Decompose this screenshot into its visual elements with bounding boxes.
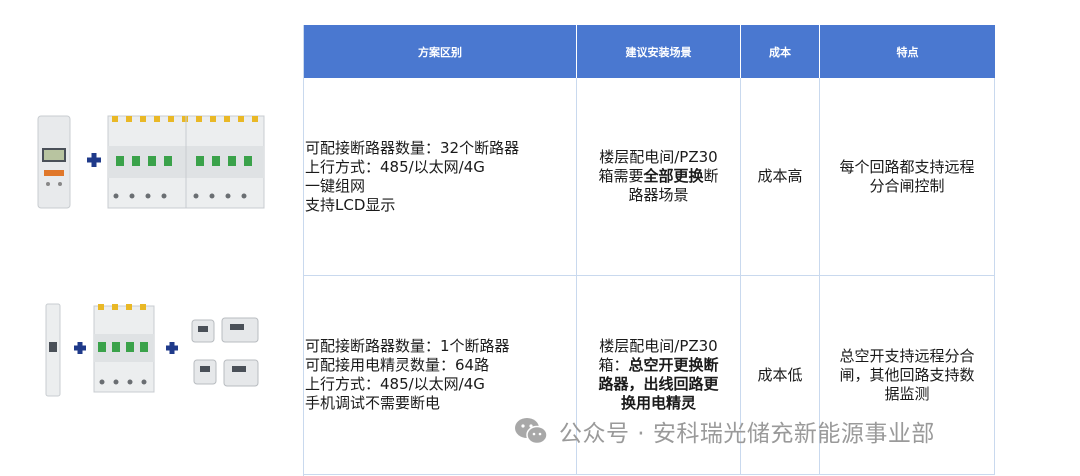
comparison-table: 方案区别 建议安装场景 成本 特点 可配接断路器数量：32个断路器 上行方式：4… [303,25,995,476]
scheme-line: 一键组网 [305,176,366,195]
cost-value: 成本低 [757,365,803,384]
scene-text: 楼层配电间/PZ30 [599,148,718,166]
cell-scene: 楼层配电间/PZ30 箱需要全部更换断 路器场景 [577,78,741,275]
cell-feature: 每个回路都支持远程 分合闸控制 [820,78,995,275]
scheme-line: 可配接断路器数量：1个断路器 [305,337,510,355]
scene-text: 路器场景 [628,186,689,204]
scheme-line: 可配接用电精灵数量：64路 [305,356,490,374]
scene-text: 箱需要 [598,167,644,185]
scene-text: 楼层配电间/PZ30 [599,337,718,355]
header-scheme: 方案区别 [304,25,577,78]
feature-line: 闸，其他回路支持数 [839,365,975,384]
scheme-line: 可配接断路器数量：32个断路器 [305,138,520,157]
watermark-text: 公众号 · 安科瑞光储充新能源事业部 [559,421,935,447]
scheme-line: 上行方式：485/以太网/4G [305,157,485,176]
scene-text: 断 [703,167,719,185]
feature-line: 每个回路都支持远程 [839,157,975,176]
table-row: 可配接断路器数量：32个断路器 上行方式：485/以太网/4G 一键组网 支持L… [304,78,995,275]
product-image-group-2 [45,303,259,397]
wechat-icon [515,418,548,445]
cell-scheme: 可配接断路器数量：32个断路器 上行方式：485/以太网/4G 一键组网 支持L… [304,78,577,275]
scheme-line: 手机调试不需要断电 [305,394,441,412]
feature-line: 总空开支持远程分合 [839,346,975,365]
scene-text: 箱： [598,356,629,374]
header-feature: 特点 [896,45,919,59]
scene-emphasis: 换用电精灵 [620,394,696,412]
header-cost: 成本 [741,25,820,78]
scene-emphasis: 全部更换 [643,167,704,185]
table-header: 方案区别 建议安装场景 成本 特点 [304,25,995,78]
product-image-group-1 [37,115,265,209]
cell-cost: 成本高 [741,78,820,275]
row-divider [304,474,995,475]
scene-emphasis: 总空开更换断 [628,356,719,374]
header-scene: 建议安装场景 [577,25,741,78]
feature-line: 分合闸控制 [869,176,945,195]
watermark: 公众号 · 安科瑞光储充新能源事业部 [513,414,935,448]
scheme-line: 支持LCD显示 [305,195,396,214]
feature-line: 据监测 [884,384,930,403]
scene-emphasis: 路器，出线回路更 [598,375,719,393]
cost-value: 成本高 [757,167,803,185]
scheme-line: 上行方式：485/以太网/4G [305,375,485,393]
